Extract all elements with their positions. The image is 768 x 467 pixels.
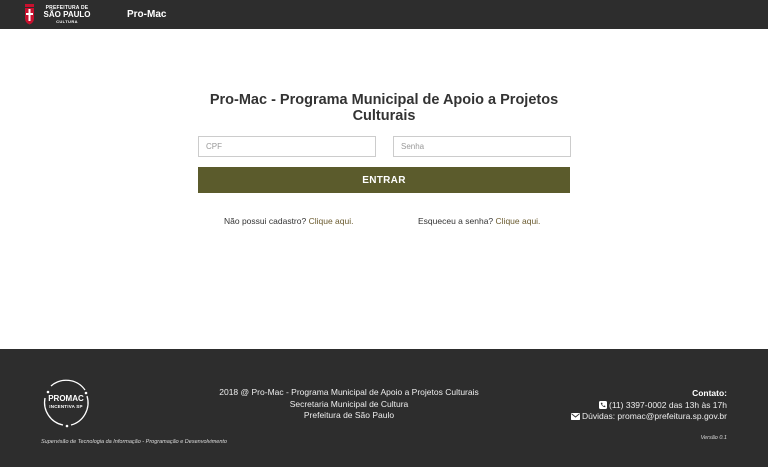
envelope-icon: [570, 413, 580, 420]
register-link[interactable]: Clique aqui.: [309, 216, 354, 226]
contact-info: Contato: (11) 3397-0002 das 13h às 17h D…: [570, 388, 727, 423]
footer-prefeitura: Prefeitura de São Paulo: [303, 410, 395, 420]
footer-secretaria: Secretaria Municipal de Cultura: [289, 398, 409, 409]
phone-icon: [599, 400, 607, 409]
brand-link[interactable]: Pro-Mac: [127, 9, 166, 20]
page-title: Pro-Mac - Programa Municipal de Apoio a …: [209, 92, 559, 124]
promac-logo-name: PROMAC: [48, 394, 84, 403]
login-button[interactable]: ENTRAR: [198, 167, 570, 193]
register-prompt: Não possui cadastro? Clique aqui.: [224, 216, 353, 226]
forgot-password-link[interactable]: Clique aqui.: [496, 216, 541, 226]
footer: PROMAC INCENTIVA SP 2018 @ Pro-Mac - Pro…: [0, 349, 768, 467]
contact-email-line: Dúvidas: promac@prefeitura.sp.gov.br: [570, 411, 727, 423]
logo-line-2: SÃO PAULO: [43, 10, 91, 19]
footer-info: 2018 @ Pro-Mac - Programa Municipal de A…: [198, 387, 500, 422]
coat-of-arms-icon: [25, 4, 34, 25]
forgot-password-text: Esqueceu a senha?: [418, 216, 494, 226]
register-text: Não possui cadastro?: [224, 216, 307, 226]
password-input[interactable]: [393, 136, 571, 157]
contact-title: Contato:: [692, 388, 727, 398]
contact-phone-line: (11) 3397-0002 das 13h às 17h: [571, 400, 727, 412]
forgot-password-prompt: Esqueceu a senha? Clique aqui.: [418, 216, 540, 226]
top-navbar: PREFEITURA DE SÃO PAULO CULTURA Pro-Mac: [0, 0, 768, 29]
cpf-input[interactable]: [198, 136, 376, 157]
footer-copyright: 2018 @ Pro-Mac - Programa Municipal de A…: [219, 387, 479, 397]
contact-phone: (11) 3397-0002 das 13h às 17h: [609, 399, 727, 410]
version-label: Versão 0.1: [700, 435, 727, 441]
footer-credits: Supervisão de Tecnologia da Informação -…: [41, 439, 227, 445]
promac-logo: PROMAC INCENTIVA SP: [41, 378, 91, 428]
promac-logo-sub: INCENTIVA SP: [49, 404, 83, 409]
promac-ring-icon: [43, 379, 89, 428]
prefeitura-logo[interactable]: PREFEITURA DE SÃO PAULO CULTURA: [24, 4, 94, 26]
contact-email: Dúvidas: promac@prefeitura.sp.gov.br: [581, 411, 727, 421]
logo-line-3: CULTURA: [56, 19, 78, 24]
logo-text: PREFEITURA DE SÃO PAULO CULTURA: [38, 5, 96, 24]
